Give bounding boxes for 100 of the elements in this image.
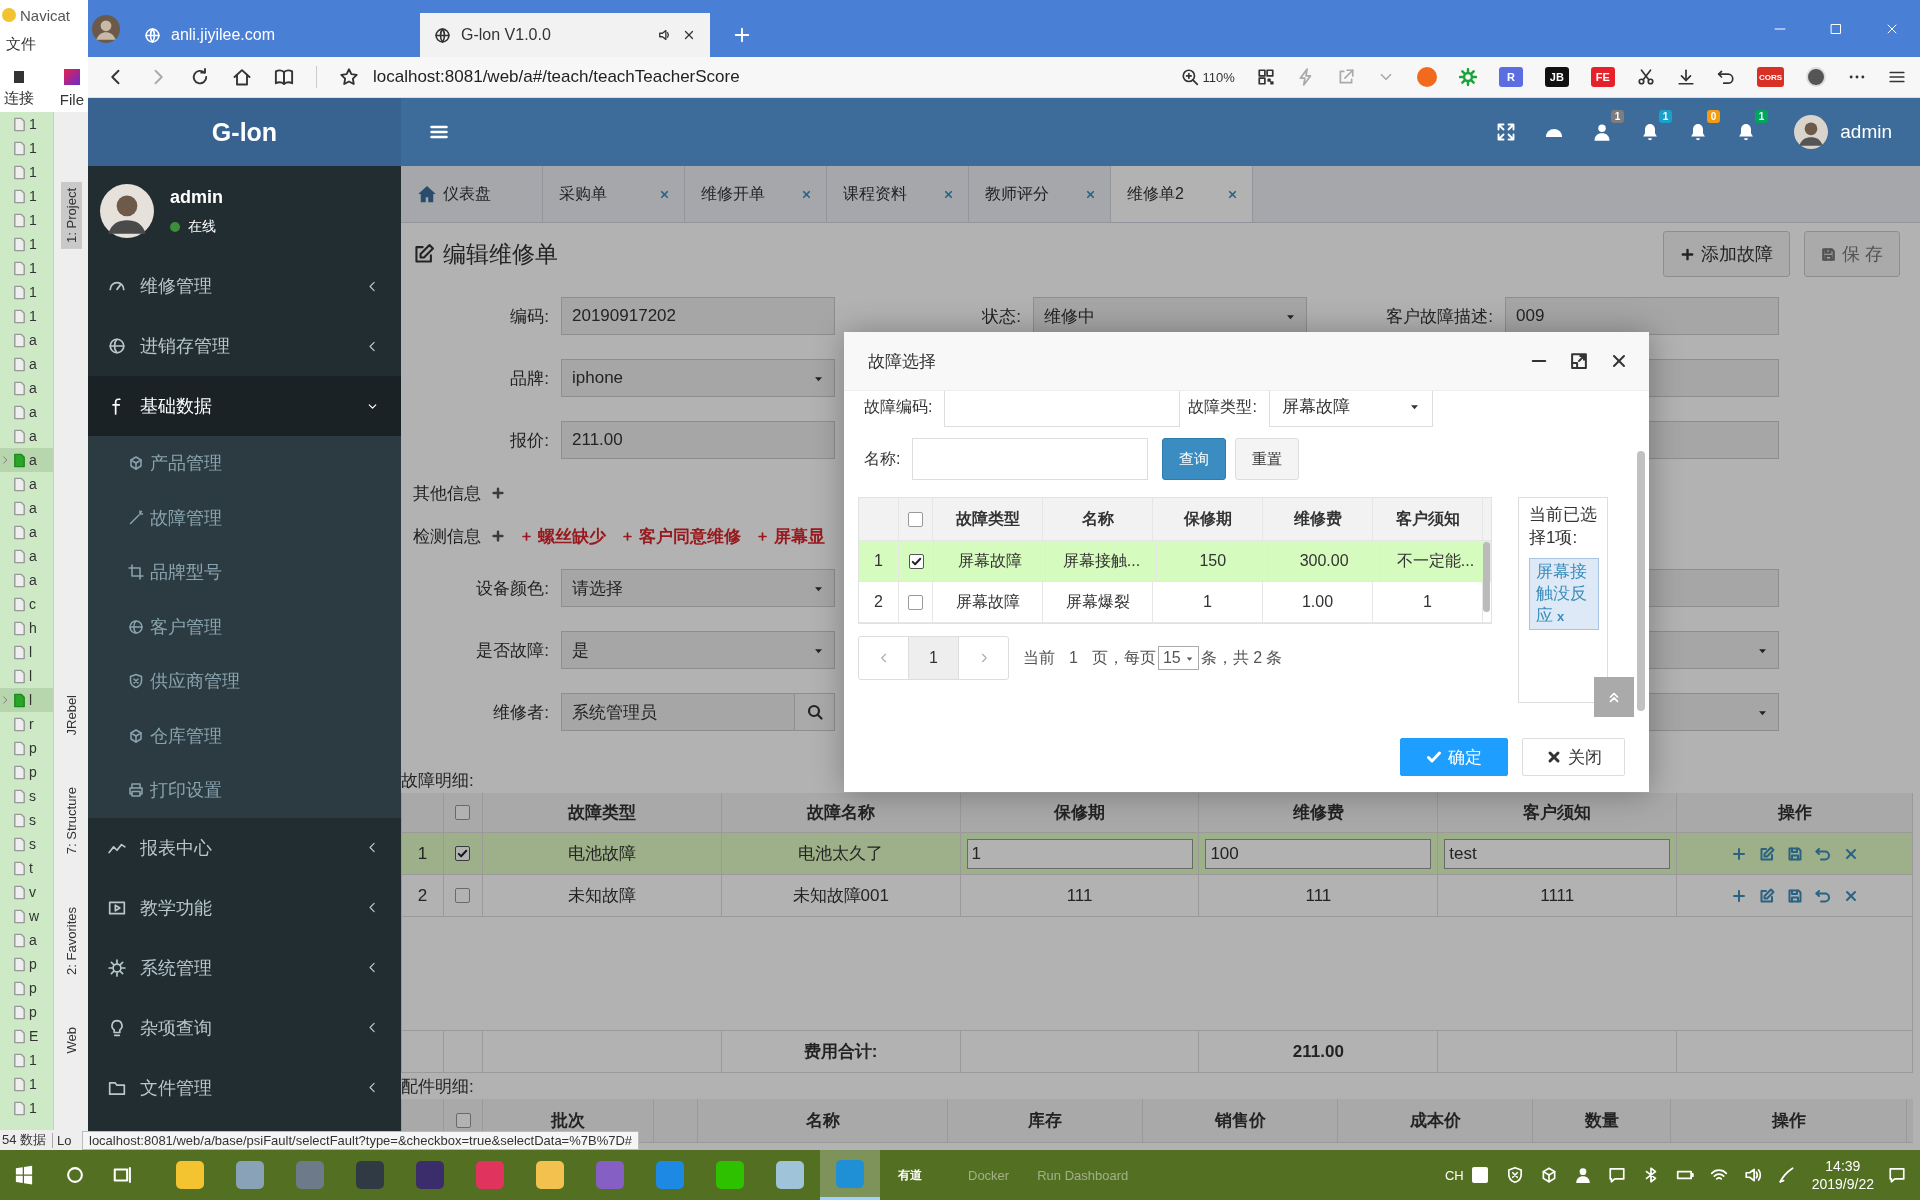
tree-item-label: r xyxy=(29,716,34,732)
tree-item-label: 1 xyxy=(29,236,37,252)
column-header: 名称 xyxy=(698,1099,948,1142)
table-cell: 1.00 xyxy=(1263,582,1373,622)
tree-item-label: a xyxy=(29,404,37,420)
tree-item-label: w xyxy=(29,908,40,924)
page-title: 编辑维修单 xyxy=(443,239,558,269)
selection-title: 当前已选择1项: xyxy=(1529,504,1597,549)
field-label: 故障类型: xyxy=(1187,396,1258,417)
background-label: Run Dashboard xyxy=(1037,1167,1129,1183)
tree-item-label: a xyxy=(29,932,37,948)
table-cell: 未知故障001 xyxy=(721,875,961,916)
tree-item-label: s xyxy=(29,788,36,804)
status-text: 54 数据 xyxy=(2,1131,47,1149)
field-label: 名称: xyxy=(863,448,902,469)
column-header: 维修费 xyxy=(1263,498,1373,540)
tree-item-label: a xyxy=(29,428,37,444)
table-cell: 屏幕爆裂 xyxy=(1043,582,1153,622)
tree-item-label: p xyxy=(29,740,37,756)
column-header: 故障类型 xyxy=(933,498,1043,540)
logo-text: G-lon xyxy=(211,117,278,147)
column-header: 操作 xyxy=(1671,1099,1907,1142)
column-header: 保修期 xyxy=(1153,498,1263,540)
column-header: 客户须知 xyxy=(1373,498,1483,540)
table-cell: 150 xyxy=(1158,541,1269,581)
row-number: 1 xyxy=(859,541,899,581)
column-header: 销售价 xyxy=(1143,1099,1338,1142)
field-label: 是否故障: xyxy=(476,640,549,660)
total-label: 费用合计: xyxy=(721,1031,961,1072)
tree-item-label: 1 xyxy=(29,164,37,180)
tree-item-label: a xyxy=(29,548,37,564)
field-label: 维修者: xyxy=(493,702,549,722)
tree-item-label: p xyxy=(29,1004,37,1020)
tree-item-label: a xyxy=(29,452,37,468)
tree-item-label: l xyxy=(29,668,33,684)
table-cell: 屏幕接触... xyxy=(1047,541,1157,581)
user-name: admin xyxy=(170,186,223,208)
tab-title: anli.jiyilee.com xyxy=(171,26,277,44)
column-header: 库存 xyxy=(948,1099,1143,1142)
tree-item-label: c xyxy=(29,596,36,612)
count-badge: 0 xyxy=(1706,110,1721,123)
tree-item-label: 1 xyxy=(29,1100,37,1116)
dialog-title: 故障选择 xyxy=(868,350,936,373)
tree-item-label: l xyxy=(29,644,33,660)
user-status: 在线 xyxy=(188,217,216,236)
table-cell: 300.00 xyxy=(1269,541,1380,581)
section-label: 故障明细: xyxy=(401,769,474,792)
tree-item-label: l xyxy=(29,692,33,708)
table-cell: 111 xyxy=(960,875,1200,916)
tree-item-label: a xyxy=(29,572,37,588)
link-tooltip: localhost:8081/web/a/base/psiFault/selectFault?type=&checkbox=true&selectData=%7B%7D# xyxy=(82,1131,640,1150)
tree-item-label: v xyxy=(29,884,36,900)
pager-text: 条，共 2 条 xyxy=(1200,647,1283,668)
column-header: 成本价 xyxy=(1338,1099,1533,1142)
tree-item-label: 1 xyxy=(29,308,37,324)
row-number: 2 xyxy=(402,875,444,916)
table-cell: 屏幕故障 xyxy=(933,582,1043,622)
tree-item-label: 1 xyxy=(29,116,37,132)
tree-item-label: a xyxy=(29,380,37,396)
tree-item-label: 1 xyxy=(29,284,37,300)
column-header: 名称 xyxy=(1043,498,1153,540)
count-badge: 1 xyxy=(1610,110,1625,123)
column-header: 数量 xyxy=(1533,1099,1671,1142)
tree-item-label: p xyxy=(29,764,37,780)
current-page: 1 xyxy=(1069,649,1078,667)
pager-text: 当前 xyxy=(1023,647,1055,668)
section-label: 检测信息 xyxy=(413,525,481,548)
table-cell: 电池故障 xyxy=(482,833,722,874)
tree-item-label: p xyxy=(29,956,37,972)
background-label: Docker xyxy=(968,1167,1010,1183)
tree-item-label: a xyxy=(29,500,37,516)
tree-item-label: 1 xyxy=(29,212,37,228)
field-label: 设备颜色: xyxy=(476,578,549,598)
table-cell: 1111 xyxy=(1438,875,1678,916)
tree-item-label: t xyxy=(29,860,33,876)
field-label: 品牌: xyxy=(510,368,549,388)
section-label: 其他信息 xyxy=(413,482,481,505)
column-header: 操作 xyxy=(1677,793,1913,832)
column-header: 维修费 xyxy=(1199,793,1439,832)
tree-item-label: p xyxy=(29,980,37,996)
row-number: 2 xyxy=(859,582,899,622)
app-title: Navicat xyxy=(20,6,71,24)
tree-item-label: a xyxy=(29,524,37,540)
column-header: 故障类型 xyxy=(482,793,722,832)
section-label: 配件明细: xyxy=(401,1075,474,1098)
tree-item-label: E xyxy=(29,1028,39,1044)
tree-item-label: 1 xyxy=(29,188,37,204)
field-label: 编码: xyxy=(510,306,549,326)
tab-title: G-lon V1.0.0 xyxy=(461,26,552,44)
field-label: 状态: xyxy=(982,306,1021,326)
tree-item-label: h xyxy=(29,620,37,636)
row-number: 1 xyxy=(402,833,444,874)
field-label: 报价: xyxy=(510,430,549,450)
tree-item-label: 1 xyxy=(29,260,37,276)
tree-item-label: 1 xyxy=(29,1052,37,1068)
tree-item-label: a xyxy=(29,476,37,492)
table-cell: 1 xyxy=(1153,582,1263,622)
tree-item-label: s xyxy=(29,812,36,828)
count-badge: 1 xyxy=(1658,110,1673,123)
field-label: 故障编码: xyxy=(863,396,934,417)
